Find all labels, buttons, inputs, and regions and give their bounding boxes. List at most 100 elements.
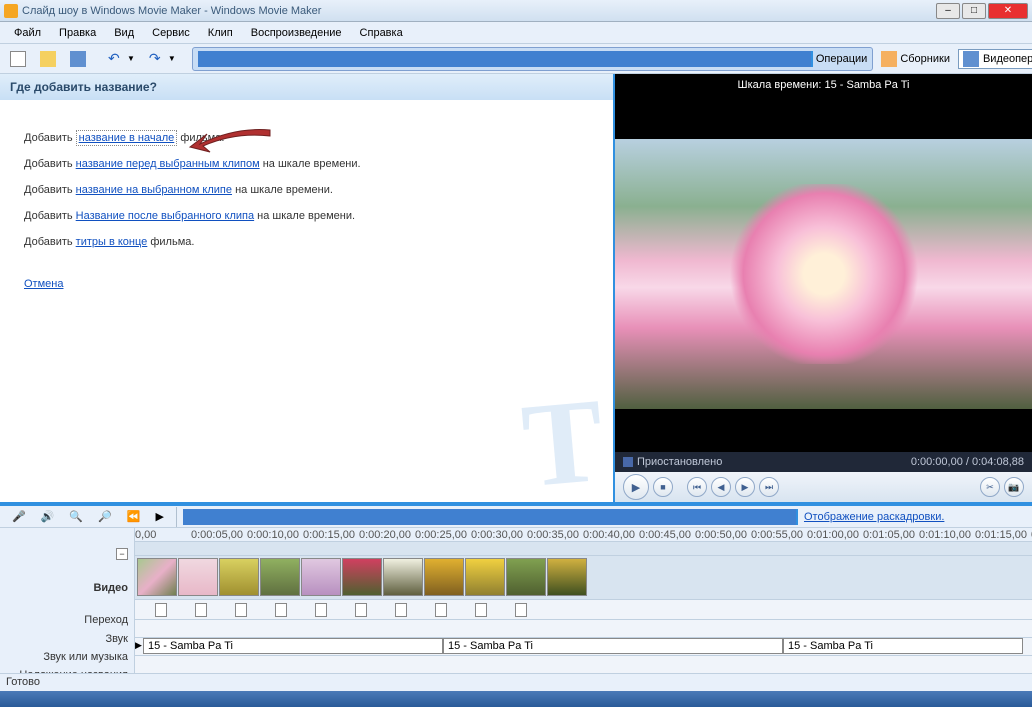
maximize-button[interactable]: □ [962,3,986,19]
video-clip[interactable] [424,558,464,596]
transition-clip[interactable] [195,603,207,617]
menu-play[interactable]: Воспроизведение [243,25,350,41]
preview-controls: ▶ ■ ⏮ ◀ ▶ ⏭ ✂ 📷 [615,472,1032,502]
video-clip[interactable] [342,558,382,596]
video-clip[interactable] [506,558,546,596]
transition-clip[interactable] [275,603,287,617]
menu-edit[interactable]: Правка [51,25,104,41]
video-clip[interactable] [178,558,218,596]
zoom-in-button[interactable]: 🔍 [63,506,89,527]
transition-clip[interactable] [515,603,527,617]
track-label-sound: Звук [0,630,134,648]
music-track[interactable]: ▶ 15 - Samba Pa Ti 15 - Samba Pa Ti 15 -… [135,638,1032,656]
preview-timecode: 0:00:00,00 / 0:04:08,88 [911,456,1024,468]
menu-service[interactable]: Сервис [144,25,198,41]
redo-button[interactable]: ↷▼ [143,47,182,71]
menu-help[interactable]: Справка [352,25,411,41]
track-label-music: Звук или музыка [0,648,134,666]
minimize-button[interactable]: – [936,3,960,19]
stop-button[interactable]: ■ [653,477,673,497]
transition-track[interactable] [135,600,1032,620]
track-labels: − Видео Переход Звук Звук или музыка Нал… [0,528,135,688]
next-button[interactable]: ⏭ [759,477,779,497]
preview-pane: Шкала времени: 15 - Samba Pa Ti Приостан… [615,74,1032,502]
title-option-before: Добавить название перед выбранным клипом… [24,158,589,170]
watermark-t: T [517,371,609,502]
zoom-out-button[interactable]: 🔎 [92,506,118,527]
timeline: − Видео Переход Звук Звук или музыка Нал… [0,528,1032,688]
track-label-transition: Переход [0,610,134,630]
video-clip[interactable] [301,558,341,596]
menubar: Файл Правка Вид Сервис Клип Воспроизведе… [0,22,1032,44]
audio-levels-button[interactable]: 🔊 [35,506,61,527]
split-button[interactable]: ✂ [980,477,1000,497]
link-title-begin[interactable]: название в начале [76,130,178,146]
windows-taskbar[interactable] [0,691,1032,707]
timeline-content[interactable]: 0,000:00:05,000:00:10,000:00:15,000:00:2… [135,528,1032,688]
pause-icon [623,457,633,467]
open-button[interactable] [34,47,62,71]
collapse-video-button[interactable]: − [116,548,128,560]
link-title-before[interactable]: название перед выбранным клипом [76,158,260,170]
status-bar: Готово [0,673,1032,691]
menu-view[interactable]: Вид [106,25,142,41]
link-credits[interactable]: титры в конце [76,236,148,248]
window-title: Слайд шоу в Windows Movie Maker - Window… [22,5,936,17]
time-ruler[interactable]: 0,000:00:05,000:00:10,000:00:15,000:00:2… [135,528,1032,542]
narrate-button[interactable]: 🎤 [6,506,32,527]
transition-clip[interactable] [155,603,167,617]
show-storyboard-link[interactable]: Отображение раскадровки. [804,511,944,523]
preview-title: Шкала времени: 15 - Samba Pa Ti [615,74,1032,96]
music-clip[interactable]: 15 - Samba Pa Ti [143,638,443,654]
tasks-heading: Где добавить название? [0,74,613,100]
title-option-after: Добавить Название после выбранного клипа… [24,210,589,222]
tasks-button[interactable]: Операции [192,47,873,71]
preview-status: Приостановлено [637,456,722,468]
transition-clip[interactable] [475,603,487,617]
title-option-credits: Добавить титры в конце фильма. [24,236,589,248]
music-clip[interactable]: 15 - Samba Pa Ti [783,638,1023,654]
link-title-on[interactable]: название на выбранном клипе [76,184,232,196]
video-clip[interactable] [260,558,300,596]
transition-clip[interactable] [355,603,367,617]
cancel-link[interactable]: Отмена [24,278,63,290]
link-title-after[interactable]: Название после выбранного клипа [76,210,254,222]
transition-clip[interactable] [395,603,407,617]
tasks-pane: Где добавить название? T Добавить назван… [0,74,615,502]
close-button[interactable]: ✕ [988,3,1028,19]
preview-video [615,96,1032,452]
title-option-begin: Добавить название в начале фильма. [24,132,589,144]
transition-clip[interactable] [235,603,247,617]
transition-clip[interactable] [435,603,447,617]
play-button[interactable]: ▶ [623,474,649,500]
toolbar: ↶▼ ↷▼ Операции Сборники Видеопереходы ▼ … [0,44,1032,74]
combo-value: Видеопереходы [983,53,1032,65]
video-clip[interactable] [137,558,177,596]
video-clip[interactable] [547,558,587,596]
video-clip[interactable] [219,558,259,596]
video-clip[interactable] [465,558,505,596]
menu-clip[interactable]: Клип [200,25,241,41]
app-icon [4,4,18,18]
rewind-button[interactable]: ⏪ [121,506,147,527]
video-track[interactable] [135,556,1032,600]
titlebar: Слайд шоу в Windows Movie Maker - Window… [0,0,1032,22]
prev-button[interactable]: ⏮ [687,477,707,497]
overlay-track[interactable] [135,656,1032,674]
snapshot-button[interactable]: 📷 [1004,477,1024,497]
transition-clip[interactable] [315,603,327,617]
new-button[interactable] [4,47,32,71]
menu-file[interactable]: Файл [6,25,49,41]
play-timeline-button[interactable]: ▶ [150,506,170,527]
title-option-on: Добавить название на выбранном клипе на … [24,184,589,196]
preview-status-bar: Приостановлено 0:00:00,00 / 0:04:08,88 [615,452,1032,472]
sound-track[interactable] [135,620,1032,638]
step-back-button[interactable]: ◀ [711,477,731,497]
undo-button[interactable]: ↶▼ [102,47,141,71]
step-fwd-button[interactable]: ▶ [735,477,755,497]
save-button[interactable] [64,47,92,71]
collection-combo[interactable]: Видеопереходы ▼ [958,49,1032,69]
music-clip[interactable]: 15 - Samba Pa Ti [443,638,783,654]
video-clip[interactable] [383,558,423,596]
collections-button[interactable]: Сборники [875,47,956,71]
